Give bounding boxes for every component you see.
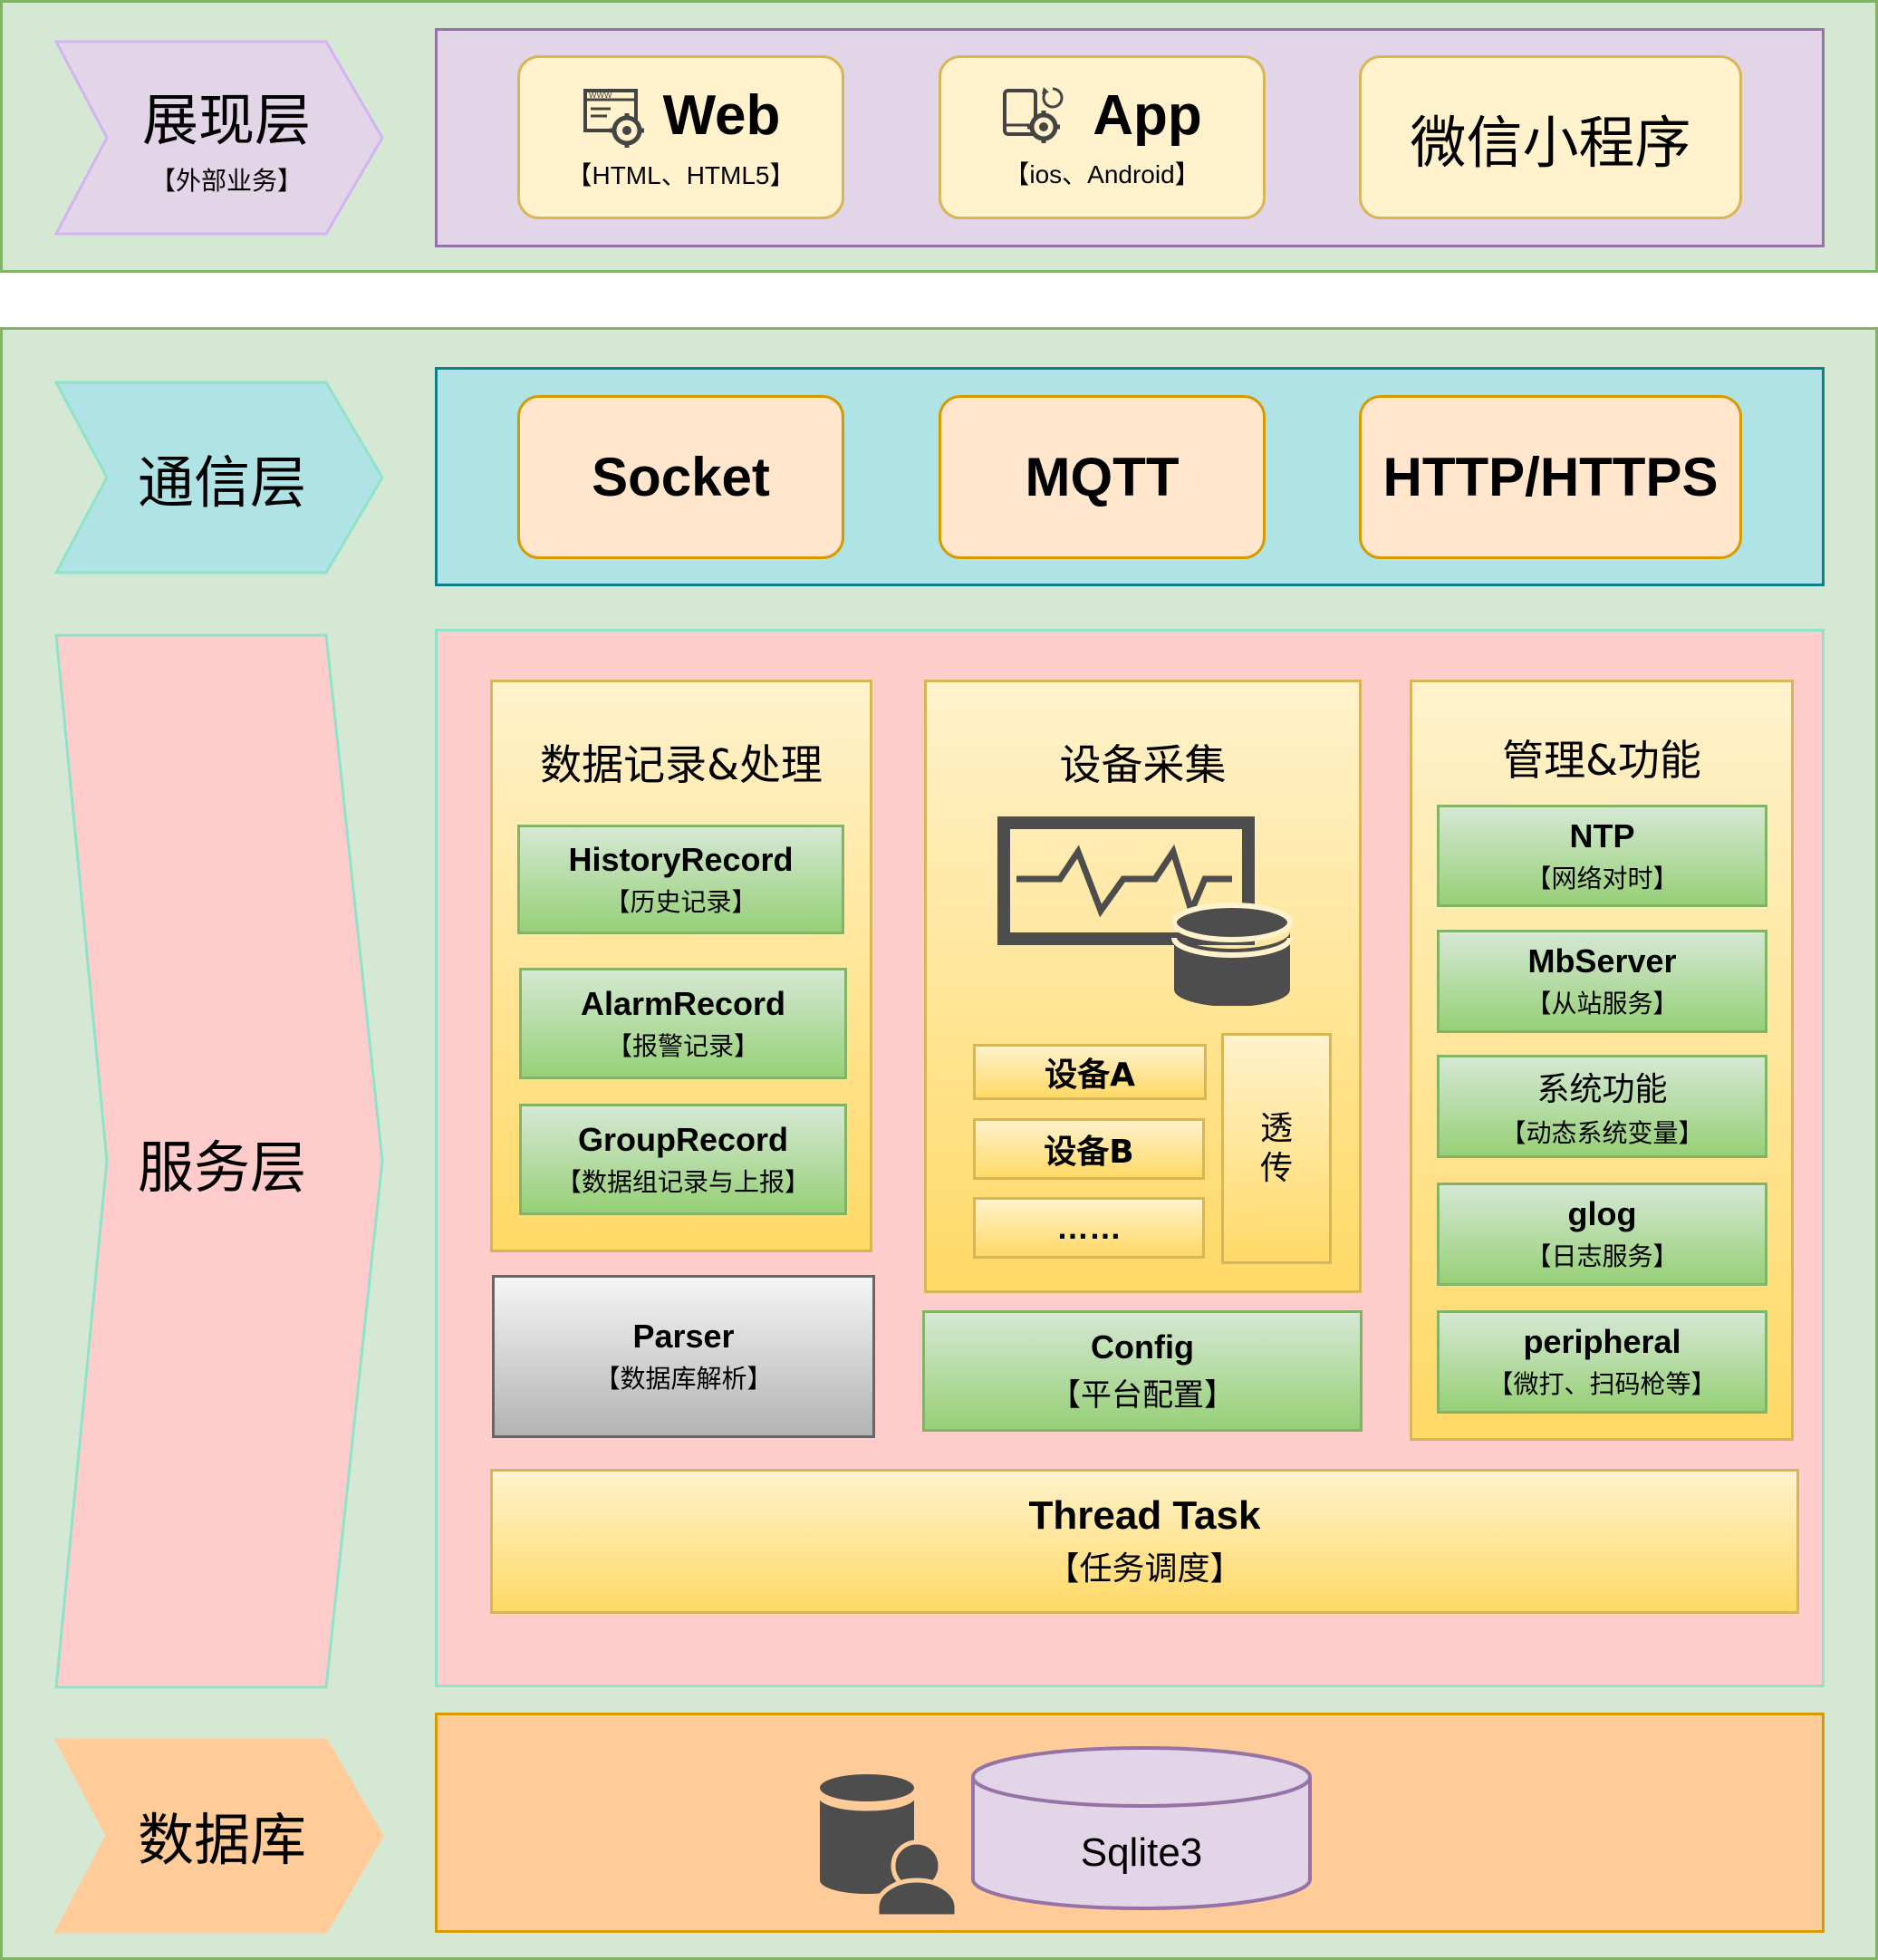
passthrough-box: 透传 xyxy=(1221,1033,1332,1264)
service-layer-title: 服务层 xyxy=(137,1134,306,1201)
management-title: 管理&功能 xyxy=(1502,736,1701,785)
ntp-box: NTP 【网络对时】 xyxy=(1437,805,1767,907)
socket-label: Socket xyxy=(592,447,770,507)
device-b-label: 设备B xyxy=(1044,1134,1134,1171)
app-title: App xyxy=(1093,84,1202,147)
system-function-desc: 【动态系统变量】 xyxy=(1500,1118,1704,1148)
web-subtitle: 【HTML、HTML5】 xyxy=(566,160,795,189)
group-record-desc: 【数据组记录与上报】 xyxy=(555,1166,810,1197)
wechat-miniprogram-title: 微信小程序 xyxy=(1410,109,1691,176)
device-a-label: 设备A xyxy=(1045,1057,1135,1094)
data-record-title: 数据记录&处理 xyxy=(540,740,823,789)
alarm-record-box: AlarmRecord 【报警记录】 xyxy=(519,968,847,1079)
history-record-desc: 【历史记录】 xyxy=(604,886,757,917)
config-name: Config xyxy=(1091,1328,1194,1366)
presentation-layer-title: 展现层 xyxy=(141,87,311,153)
glog-name: glog xyxy=(1567,1195,1637,1232)
communication-layer-label: 通信层 xyxy=(113,385,331,570)
architecture-diagram: 展现层 【外部业务】 WWW Web 【HTML、HTML5】 App 【ios… xyxy=(0,0,1878,1960)
parser-desc: 【数据库解析】 xyxy=(594,1364,773,1394)
mqtt-label: MQTT xyxy=(1025,447,1180,507)
system-function-name: 系统功能 xyxy=(1536,1071,1668,1108)
presentation-layer-sublabel: 【外部业务】 xyxy=(149,166,303,196)
mbserver-box: MbServer 【从站服务】 xyxy=(1437,930,1767,1033)
alarm-record-name: AlarmRecord xyxy=(580,984,786,1022)
parser-name: Parser xyxy=(632,1318,735,1355)
database-layer-title: 数据库 xyxy=(137,1807,306,1873)
passthrough-label: 透传 xyxy=(1259,1109,1293,1187)
peripheral-box: peripheral 【微打、扫码枪等】 xyxy=(1437,1310,1767,1414)
glog-desc: 【日志服务】 xyxy=(1526,1241,1679,1271)
config-box: Config 【平台配置】 xyxy=(922,1310,1363,1432)
parser-box: Parser 【数据库解析】 xyxy=(492,1275,875,1438)
alarm-record-desc: 【报警记录】 xyxy=(606,1030,759,1061)
mbserver-name: MbServer xyxy=(1527,942,1677,980)
ntp-name: NTP xyxy=(1569,816,1635,854)
mqtt-card: MQTT xyxy=(939,395,1266,559)
svg-text:WWW: WWW xyxy=(589,91,612,100)
database-user-icon xyxy=(817,1774,959,1917)
device-b-box: 设备B xyxy=(973,1118,1205,1180)
web-title: Web xyxy=(662,84,781,147)
device-more-label: …… xyxy=(1056,1209,1122,1246)
http-label: HTTP/HTTPS xyxy=(1382,447,1719,507)
history-record-name: HistoryRecord xyxy=(568,840,794,878)
device-more-box: …… xyxy=(973,1197,1205,1259)
peripheral-name: peripheral xyxy=(1523,1323,1681,1360)
communication-layer-title: 通信层 xyxy=(137,449,306,516)
group-record-name: GroupRecord xyxy=(577,1120,788,1158)
http-card: HTTP/HTTPS xyxy=(1359,395,1742,559)
presentation-layer-label: 展现层 【外部业务】 xyxy=(118,45,335,227)
service-layer-label: 服务层 xyxy=(113,1072,331,1253)
app-card: App 【ios、Android】 xyxy=(939,55,1266,219)
system-function-box: 系统功能 【动态系统变量】 xyxy=(1437,1055,1767,1158)
sqlite-label: Sqlite3 xyxy=(1080,1830,1203,1875)
web-gear-icon: WWW xyxy=(583,88,644,148)
peripheral-desc: 【微打、扫码枪等】 xyxy=(1488,1369,1717,1399)
ntp-desc: 【网络对时】 xyxy=(1526,863,1679,893)
wechat-miniprogram-card: 微信小程序 xyxy=(1359,55,1742,219)
config-desc: 【平台配置】 xyxy=(1050,1376,1235,1414)
device-collection-title: 设备采集 xyxy=(1059,740,1227,789)
device-gear-icon xyxy=(1003,86,1064,143)
thread-task-box: Thread Task 【任务调度】 xyxy=(490,1469,1799,1614)
web-card: WWW Web 【HTML、HTML5】 xyxy=(517,55,844,219)
mbserver-desc: 【从站服务】 xyxy=(1526,989,1679,1019)
socket-card: Socket xyxy=(517,395,844,559)
thread-task-name: Thread Task xyxy=(1028,1493,1261,1538)
device-a-box: 设备A xyxy=(973,1044,1207,1100)
history-record-box: HistoryRecord 【历史记录】 xyxy=(517,825,844,934)
group-record-box: GroupRecord 【数据组记录与上报】 xyxy=(519,1104,847,1215)
glog-box: glog 【日志服务】 xyxy=(1437,1183,1767,1286)
database-layer-label: 数据库 xyxy=(113,1744,331,1926)
monitor-database-icon xyxy=(997,816,1293,1006)
app-subtitle: 【ios、Android】 xyxy=(1004,160,1200,188)
thread-task-desc: 【任务调度】 xyxy=(1046,1550,1243,1588)
